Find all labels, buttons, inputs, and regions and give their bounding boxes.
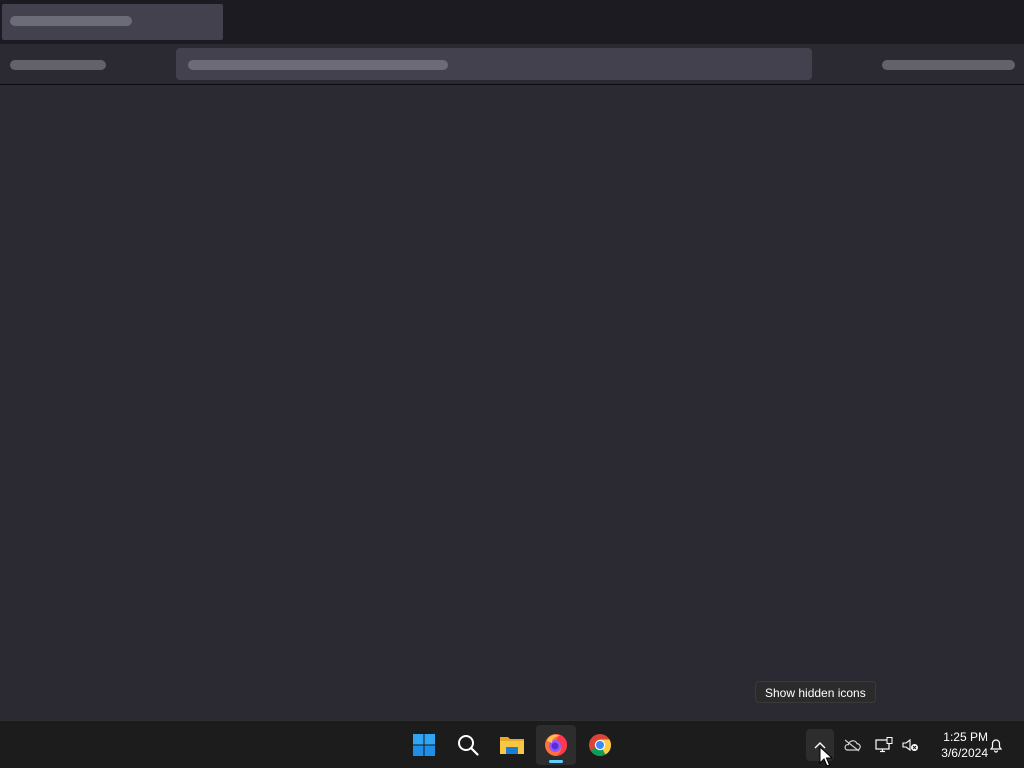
chrome-button[interactable] [580,725,620,765]
page-content [0,85,1024,720]
folder-icon [500,737,524,754]
cloud-offline-icon [844,739,861,752]
firefox-icon [545,734,567,756]
show-hidden-icons-tooltip: Show hidden icons [755,681,876,703]
tab-strip [0,0,1024,44]
nav-toolbar [0,44,1024,85]
volume-button[interactable] [896,729,924,761]
nav-buttons-placeholder [10,60,106,70]
notification-button[interactable] [982,729,1010,761]
file-explorer-button[interactable] [492,725,532,765]
mouse-cursor-icon [819,746,833,767]
chrome-icon [589,734,611,756]
windows-logo-icon [413,734,435,756]
active-app-indicator [549,760,563,763]
network-button[interactable] [870,729,898,761]
address-text-placeholder [188,60,448,70]
clock-date: 3/6/2024 [941,746,988,760]
firefox-button[interactable] [536,725,576,765]
search-button[interactable] [448,725,488,765]
bell-icon [989,739,1003,753]
clock-button[interactable]: 1:25 PM 3/6/2024 [926,729,988,761]
search-icon [458,735,479,756]
start-button[interactable] [404,725,444,765]
address-bar[interactable] [176,48,812,80]
clock-time: 1:25 PM [943,730,988,744]
browser-window [0,0,1024,720]
tab-title-placeholder [10,16,132,26]
tab-loading[interactable] [2,4,223,40]
volume-muted-icon [902,738,918,752]
toolbar-actions-placeholder [882,60,1015,70]
taskbar: 1:25 PM 3/6/2024 [0,720,1024,768]
network-disconnected-icon [875,737,893,753]
onedrive-button[interactable] [838,729,866,761]
